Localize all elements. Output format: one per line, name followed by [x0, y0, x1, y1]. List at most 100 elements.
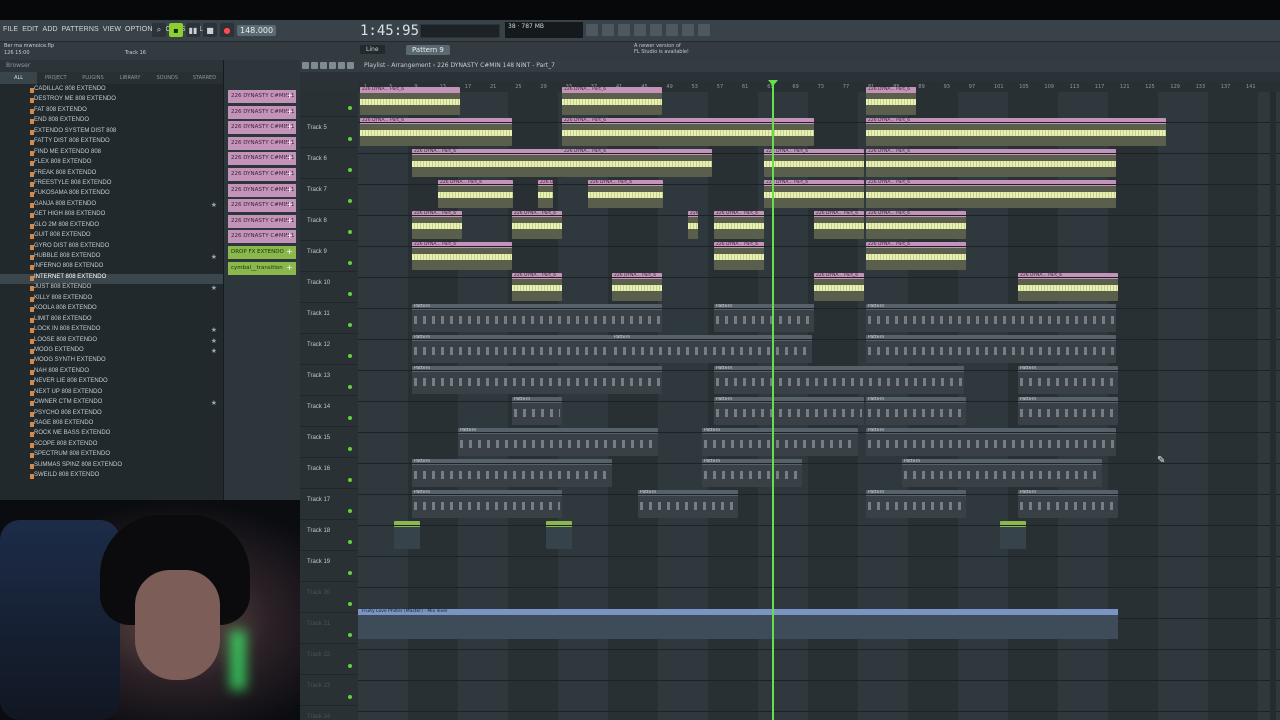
browser-item[interactable]: LOCK IN 808 EXTENDO ★	[0, 326, 223, 336]
pattern-clip[interactable]: Pattern	[714, 304, 814, 332]
news-panel[interactable]: A newer version of FL Studio is availabl…	[634, 43, 689, 55]
pattern-clip[interactable]: Pattern	[866, 304, 1116, 332]
browser-item[interactable]: FUKOSAMA 808 EXTENDO	[0, 190, 223, 200]
channel-button[interactable]: 226 DYNASTY C#MIN 1	[228, 199, 296, 213]
browser-item[interactable]: NEVER LIE 808 EXTENDO	[0, 378, 223, 388]
audio-clip[interactable]: 226 DYNA... Part_6	[866, 118, 1166, 146]
audio-clip[interactable]: 226 DYNA... Part_6	[412, 242, 512, 270]
pattern-clip[interactable]: Pattern	[1018, 366, 1118, 394]
track-header[interactable]: Track 8	[300, 210, 358, 241]
draw-tool-icon[interactable]	[302, 62, 309, 69]
track-enable-led[interactable]	[348, 571, 352, 575]
track-header[interactable]: Track 17	[300, 489, 358, 520]
browser-item[interactable]: PSYCHO 808 EXTENDO	[0, 410, 223, 420]
track-enable-led[interactable]	[348, 106, 352, 110]
audio-clip[interactable]: 226 DYNA... Part_6	[866, 211, 966, 239]
browser-item[interactable]: FREESTYLE 808 EXTENDO	[0, 180, 223, 190]
pattern-clip[interactable]: Pattern	[1018, 490, 1118, 518]
audio-clip[interactable]: 226 DYNA... Part_6	[814, 211, 864, 239]
browser-item[interactable]: SUMMAS SPINZ 808 EXTENDO	[0, 462, 223, 472]
channel-button[interactable]: 226 DYNASTY C#MIN 1	[228, 152, 296, 166]
pattern-clip[interactable]: Pattern	[412, 304, 662, 332]
audio-clip[interactable]: 226 DYNA... Part_6	[866, 149, 1116, 177]
pattern-clip[interactable]: Pattern	[702, 459, 802, 487]
wait-input-icon[interactable]	[602, 24, 614, 36]
track-header[interactable]: Track 22	[300, 644, 358, 675]
star-icon[interactable]: ★	[211, 347, 217, 355]
track-header[interactable]: Track 12	[300, 334, 358, 365]
audio-clip[interactable]: 226 DYNA... Part_6	[588, 180, 663, 208]
audio-clip[interactable]: 226 DYNA... Part_6	[538, 180, 553, 208]
browser-item[interactable]: DESTROY ME 808 EXTENDO	[0, 96, 223, 106]
browser-item[interactable]: KOOLA 808 EXTENDO	[0, 305, 223, 315]
pattern-clip[interactable]: Pattern	[902, 459, 1102, 487]
pattern-selector[interactable]: Pattern 9	[406, 45, 450, 55]
auto-clip[interactable]	[394, 521, 420, 549]
help-icon[interactable]	[650, 24, 662, 36]
track-header[interactable]: Track 18	[300, 520, 358, 551]
menu-add[interactable]: ADD	[43, 26, 58, 33]
browser-item[interactable]: LOOSE 808 EXTENDO ★	[0, 337, 223, 347]
browser-item[interactable]: SWEILD 808 EXTENDO	[0, 472, 223, 482]
pattern-clip[interactable]: Pattern	[702, 428, 858, 456]
mic-icon[interactable]	[618, 24, 630, 36]
metronome-icon[interactable]	[586, 24, 598, 36]
browser-item[interactable]: GET HIGH 808 EXTENDO	[0, 211, 223, 221]
track-header[interactable]: Track 13	[300, 365, 358, 396]
track-header[interactable]: Track 19	[300, 551, 358, 582]
browser-item[interactable]: ROCK ME BASS EXTENDO	[0, 430, 223, 440]
browser-item[interactable]: SPECTRUM 808 EXTENDO	[0, 451, 223, 461]
loop-record-icon[interactable]	[634, 24, 646, 36]
audio-clip[interactable]: 226 DYNA... Part_6	[714, 242, 764, 270]
play-button[interactable]: ▮▮	[186, 23, 200, 37]
chat-icon[interactable]	[666, 24, 678, 36]
pattern-clip[interactable]: Pattern	[612, 335, 812, 363]
track-enable-led[interactable]	[348, 385, 352, 389]
browser-item[interactable]: FLEX 808 EXTENDO	[0, 159, 223, 169]
channel-button[interactable]: 226 DYNASTY C#MIN 1	[228, 121, 296, 135]
browser-item[interactable]: SCOPE 808 EXTENDO	[0, 441, 223, 451]
channel-button[interactable]: DROP FX EXTENDO	[228, 245, 296, 259]
browser-item[interactable]: HUBBLE 808 EXTENDO ★	[0, 253, 223, 263]
channel-button[interactable]: 226 DYNASTY C#MIN 1	[228, 183, 296, 197]
pattern-clip[interactable]: Pattern	[714, 397, 864, 425]
track-enable-led[interactable]	[348, 540, 352, 544]
pattern-clip[interactable]: Pattern	[412, 335, 612, 363]
browser-item[interactable]: FATTY DIST 808 EXTENDO	[0, 138, 223, 148]
browser-item[interactable]: RAGE 808 EXTENDO	[0, 420, 223, 430]
pattern-clip[interactable]: Pattern	[714, 366, 964, 394]
audio-clip[interactable]: 226 DYNA... Part_6	[612, 273, 662, 301]
star-icon[interactable]: ★	[211, 253, 217, 261]
track-enable-led[interactable]	[348, 695, 352, 699]
browser-tab-starred[interactable]: STARRED	[186, 72, 223, 84]
browser-item[interactable]: MOOG SYNTH EXTENDO	[0, 357, 223, 367]
paint-tool-icon[interactable]	[311, 62, 318, 69]
browser-tab-sounds[interactable]: SOUNDS	[149, 72, 186, 84]
channel-button[interactable]: 226 DYNASTY C#MIN 1	[228, 214, 296, 228]
audio-clip[interactable]: 226 DYNA... Part_6	[764, 180, 864, 208]
track-enable-led[interactable]	[348, 292, 352, 296]
browser-item[interactable]: OWNER CTM EXTENDO ★	[0, 399, 223, 409]
browser-item[interactable]: KILLY 808 EXTENDO	[0, 295, 223, 305]
pattern-clip[interactable]: Pattern	[512, 397, 562, 425]
pattern-clip[interactable]: Pattern	[866, 335, 1116, 363]
audio-clip[interactable]: 226 DYNA... Part_6	[412, 149, 562, 177]
select-tool-icon[interactable]	[347, 62, 354, 69]
mute-tool-icon[interactable]	[329, 62, 336, 69]
track-header[interactable]: Track 11	[300, 303, 358, 334]
track-enable-led[interactable]	[348, 230, 352, 234]
track-header[interactable]: Track 7	[300, 179, 358, 210]
browser-item[interactable]: GANJA 808 EXTENDO ★	[0, 201, 223, 211]
browser-item[interactable]: GLO 2M 808 EXTENDO	[0, 222, 223, 232]
star-icon[interactable]: ★	[211, 201, 217, 209]
track-header[interactable]	[300, 86, 358, 117]
pattern-clip[interactable]: Pattern	[866, 490, 966, 518]
browser-item[interactable]: NAH 808 EXTENDO	[0, 368, 223, 378]
track-enable-led[interactable]	[348, 664, 352, 668]
audio-clip[interactable]: 226 DYNA... Part_6	[412, 211, 462, 239]
playhead[interactable]	[768, 80, 778, 720]
browser-item[interactable]: LIMIT 808 EXTENDO	[0, 316, 223, 326]
channel-button[interactable]: cymbal__transition	[228, 261, 296, 275]
track-header[interactable]: Track 16	[300, 458, 358, 489]
star-icon[interactable]: ★	[211, 284, 217, 292]
